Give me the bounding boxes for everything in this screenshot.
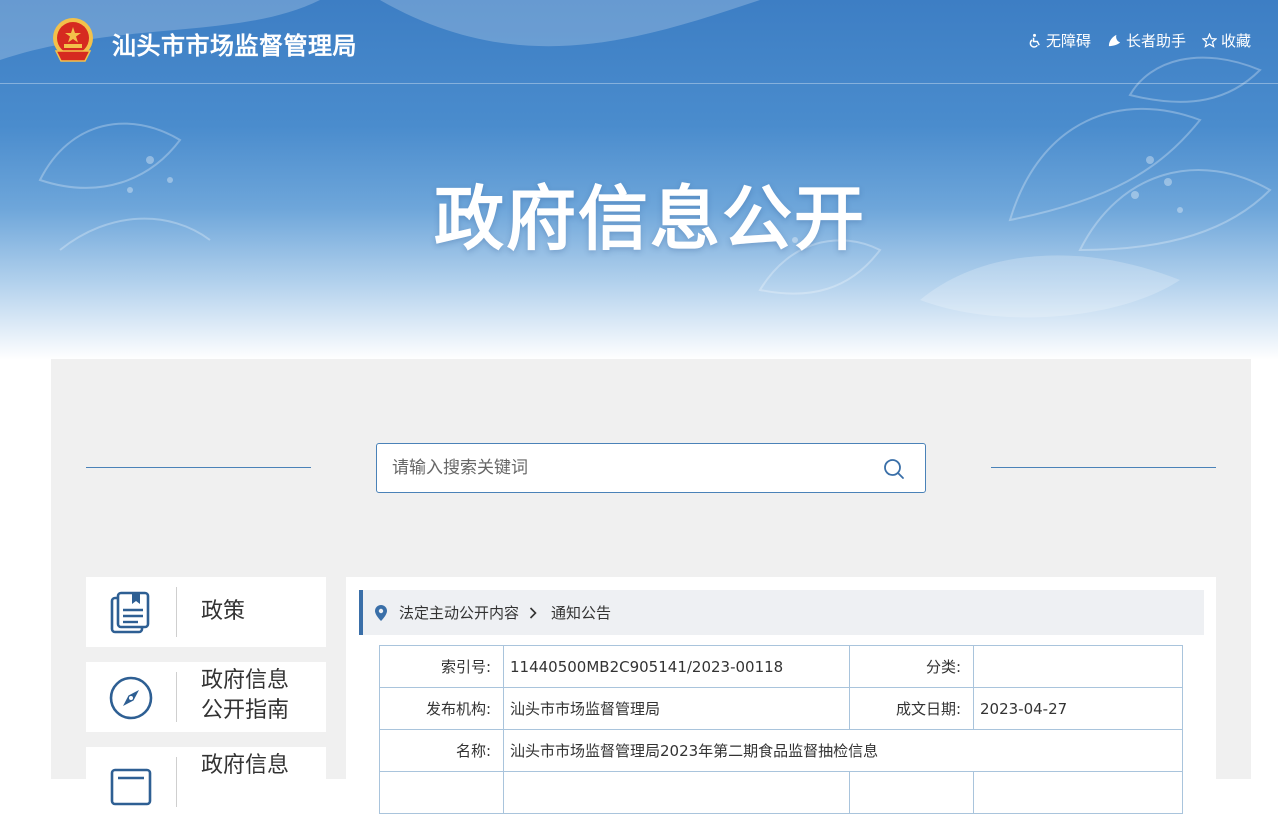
sidebar-item-label-line2: 公开指南 bbox=[201, 698, 290, 723]
list-document-icon bbox=[110, 768, 152, 806]
site-title[interactable]: 汕头市市场监督管理局 bbox=[112, 26, 357, 61]
header-tools: 无障碍 长者助手 收藏 bbox=[1027, 30, 1251, 51]
search-icon[interactable] bbox=[883, 458, 905, 480]
sidebar-item-policy[interactable]: 政策 bbox=[86, 577, 326, 647]
hero-title: 政府信息公开 bbox=[434, 178, 866, 260]
table-row: 索引号: 11440500MB2C905141/2023-00118 分类: bbox=[379, 645, 1183, 688]
publisher-label: 发布机构: bbox=[379, 687, 504, 730]
location-pin-icon bbox=[375, 604, 387, 621]
elderly-assist-label: 长者助手 bbox=[1125, 32, 1186, 50]
category-label: 分类: bbox=[849, 645, 974, 688]
favorite-button[interactable]: 收藏 bbox=[1201, 30, 1251, 51]
search-input[interactable] bbox=[378, 445, 868, 491]
accessibility-label: 无障碍 bbox=[1045, 32, 1091, 50]
search-box bbox=[376, 443, 926, 493]
category-value bbox=[973, 645, 1183, 688]
document-date-label: 成文日期: bbox=[849, 687, 974, 730]
star-icon bbox=[1201, 33, 1217, 48]
document-book-icon bbox=[110, 591, 150, 634]
sidebar-separator bbox=[176, 672, 177, 722]
chevron-right-icon bbox=[529, 606, 537, 619]
main-panel: 政策 政府信息 公开指南 政府信息 法定主动公开内容 bbox=[51, 359, 1251, 817]
table-row: 名称: 汕头市市场监督管理局2023年第二期食品监督抽检信息 bbox=[379, 729, 1183, 772]
breadcrumb: 法定主动公开内容 通知公告 bbox=[359, 590, 1204, 635]
publisher-value: 汕头市市场监督管理局 bbox=[503, 687, 850, 730]
header-banner: 汕头市市场监督管理局 无障碍 长者助手 收藏 政府信息公开 bbox=[0, 0, 1278, 360]
sidebar-separator bbox=[176, 587, 177, 637]
document-meta-table: 索引号: 11440500MB2C905141/2023-00118 分类: 发… bbox=[379, 645, 1183, 814]
elderly-assist-button[interactable]: 长者助手 bbox=[1107, 30, 1186, 51]
table-row bbox=[379, 771, 1183, 814]
index-number-value: 11440500MB2C905141/2023-00118 bbox=[503, 645, 850, 688]
sidebar-separator bbox=[176, 757, 177, 807]
table-row: 发布机构: 汕头市市场监督管理局 成文日期: 2023-04-27 bbox=[379, 687, 1183, 730]
content-area: 法定主动公开内容 通知公告 索引号: 11440500MB2C905141/20… bbox=[346, 577, 1216, 814]
accessibility-icon bbox=[1029, 33, 1040, 48]
elderly-assist-icon bbox=[1108, 34, 1121, 47]
sidebar-item-gov-info[interactable]: 政府信息 bbox=[86, 747, 326, 817]
sidebar-item-label: 政策 bbox=[201, 599, 246, 624]
document-name-value: 汕头市市场监督管理局2023年第二期食品监督抽检信息 bbox=[503, 729, 1183, 772]
favorite-label: 收藏 bbox=[1220, 32, 1251, 50]
search-divider-right bbox=[991, 467, 1216, 468]
accessibility-button[interactable]: 无障碍 bbox=[1027, 30, 1091, 51]
compass-icon bbox=[109, 676, 153, 720]
breadcrumb-item-notices[interactable]: 通知公告 bbox=[551, 602, 611, 623]
sidebar-item-label: 政府信息 bbox=[201, 753, 290, 778]
top-bar: 汕头市市场监督管理局 无障碍 长者助手 收藏 bbox=[0, 0, 1278, 84]
sidebar-item-disclosure-guide[interactable]: 政府信息 公开指南 bbox=[86, 662, 326, 732]
search-divider-left bbox=[86, 467, 311, 468]
document-name-label: 名称: bbox=[379, 729, 504, 772]
breadcrumb-item-statutory-content[interactable]: 法定主动公开内容 bbox=[399, 602, 519, 623]
document-date-value: 2023-04-27 bbox=[973, 687, 1183, 730]
national-emblem-icon bbox=[53, 18, 93, 62]
index-number-label: 索引号: bbox=[379, 645, 504, 688]
sidebar-item-label: 政府信息 bbox=[201, 668, 290, 693]
